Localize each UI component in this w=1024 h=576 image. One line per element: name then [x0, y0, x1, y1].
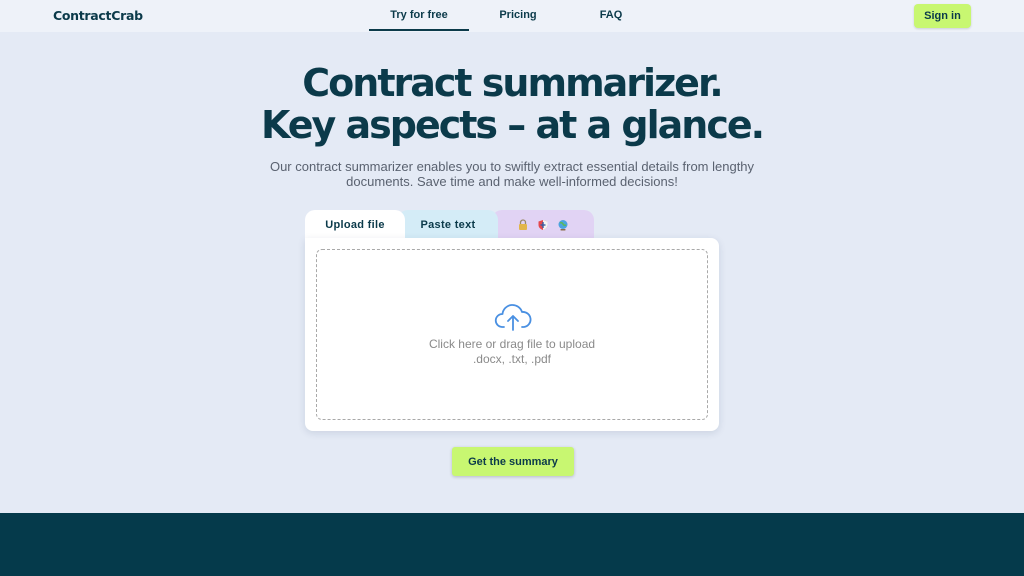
nav-try-for-free[interactable]: Try for free [369, 9, 469, 21]
get-summary-button[interactable]: Get the summary [452, 447, 574, 476]
tab-upload-file[interactable]: Upload file [305, 210, 405, 240]
file-dropzone[interactable]: Click here or drag file to upload .docx,… [316, 249, 708, 420]
sign-in-button[interactable]: Sign in [914, 4, 971, 28]
cloud-upload-icon [494, 304, 532, 331]
nav-active-indicator [369, 29, 469, 31]
shield-icon [537, 219, 549, 231]
subtitle-line-2: documents. Save time and make well-infor… [346, 174, 678, 189]
dropzone-file-types: .docx, .txt, .pdf [472, 352, 552, 366]
tab-paste-text[interactable]: Paste text [398, 210, 498, 240]
tab-security-features[interactable] [492, 210, 594, 240]
page-subtitle: Our contract summarizer enables you to s… [262, 159, 762, 189]
title-line-1: Contract summarizer. [302, 61, 723, 105]
lock-icon [517, 219, 529, 231]
subtitle-line-1: Our contract summarizer enables you to s… [269, 159, 755, 174]
globe-icon [557, 219, 569, 231]
top-nav-bar: ContractCrab Try for free Pricing FAQ Si… [0, 0, 1024, 32]
nav-faq[interactable]: FAQ [581, 9, 641, 21]
page-title: Contract summarizer. Key aspects – at a … [0, 62, 1024, 146]
dropzone-instruction: Click here or drag file to upload [428, 337, 596, 351]
upload-card: Click here or drag file to upload .docx,… [305, 238, 719, 431]
nav-pricing[interactable]: Pricing [478, 9, 558, 21]
footer-section [0, 513, 1024, 576]
title-line-2: Key aspects – at a glance. [260, 103, 765, 147]
logo[interactable]: ContractCrab [53, 8, 143, 23]
